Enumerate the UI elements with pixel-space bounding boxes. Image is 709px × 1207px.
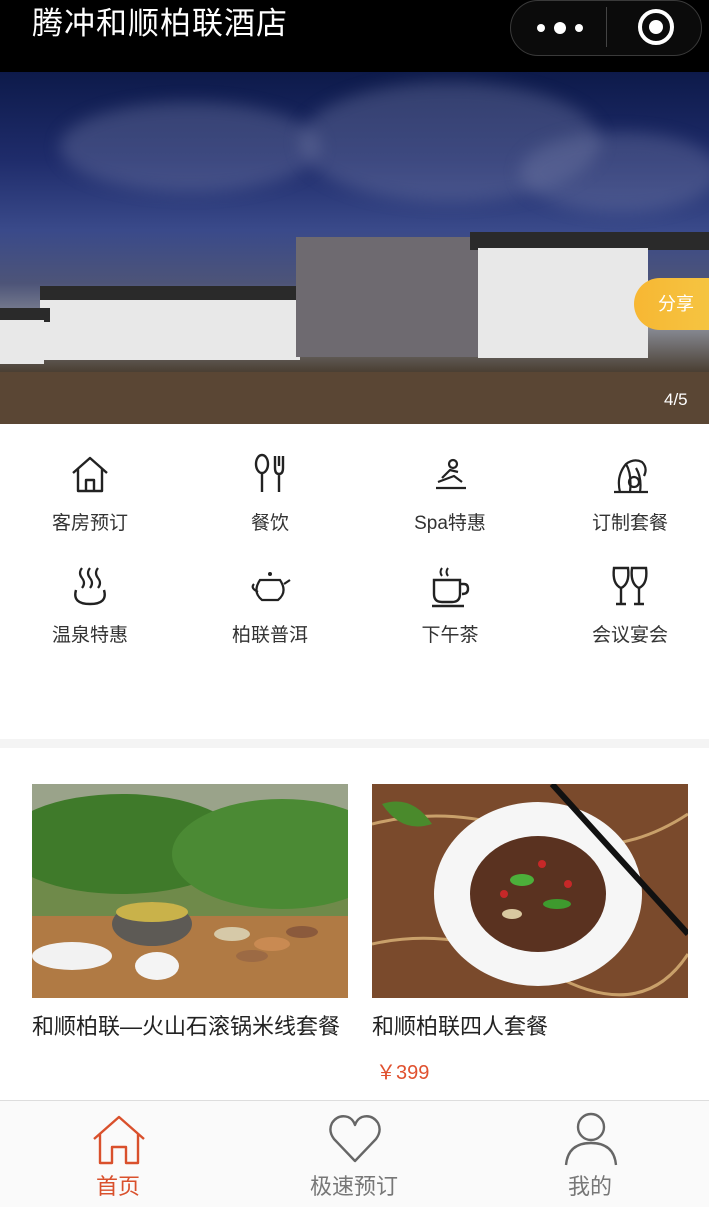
carousel-indicator: 4/5 [664, 390, 688, 409]
more-dot-icon [575, 24, 583, 32]
mini-program-capsule [510, 0, 702, 56]
top-bar: 腾冲和顺柏联酒店 [0, 0, 709, 72]
menu-item-afternoon-tea[interactable]: 下午茶 [360, 536, 540, 646]
share-button[interactable]: 分享 [634, 278, 709, 330]
menu-item-label: 餐饮 [250, 513, 289, 534]
product-price: ￥399 [376, 1062, 430, 1084]
banner-wall-right [478, 248, 648, 358]
banner-wall-far-left [0, 320, 44, 364]
bottom-tab-bar: 首页 极速预订 我的 [0, 1100, 709, 1207]
spoon-fork-icon [254, 453, 285, 492]
user-icon [564, 1112, 618, 1166]
banner-wall-left [40, 300, 300, 360]
menu-item-room-booking[interactable]: 客房预订 [0, 424, 180, 534]
tab-quick-booking[interactable]: 极速预订 [236, 1101, 472, 1207]
more-options-button[interactable] [537, 15, 583, 41]
tab-label: 首页 [95, 1174, 140, 1199]
teapot-icon [251, 572, 291, 602]
page-title: 腾冲和顺柏联酒店 [32, 6, 288, 41]
spa-massage-icon [436, 458, 466, 490]
menu-item-label: 会议宴会 [591, 625, 668, 646]
wine-glasses-icon [612, 566, 648, 606]
tab-mine[interactable]: 我的 [472, 1101, 708, 1207]
home-icon [93, 1115, 145, 1165]
menu-item-custom-package[interactable]: 订制套餐 [540, 424, 709, 534]
heart-icon [329, 1115, 381, 1163]
tab-label: 我的 [567, 1174, 612, 1199]
more-dot-icon [537, 24, 545, 32]
hot-spring-icon [74, 567, 106, 606]
banner-carousel[interactable]: 分享 4/5 [0, 72, 709, 424]
tab-label: 极速预订 [309, 1174, 398, 1199]
tab-home[interactable]: 首页 [0, 1101, 236, 1207]
coffee-cup-icon [432, 567, 470, 608]
service-menu: 客房预订 餐饮 Spa特惠 订制套餐 温泉特惠 柏联普洱 下午茶 会议宴会 [0, 424, 709, 739]
banner-gate [296, 237, 486, 357]
menu-item-hot-spring[interactable]: 温泉特惠 [0, 536, 180, 646]
product-image [32, 784, 348, 998]
menu-item-label: 订制套餐 [591, 513, 668, 534]
menu-item-dining[interactable]: 餐饮 [180, 424, 360, 534]
banner-cloud [520, 132, 709, 212]
palm-tree-icon [614, 459, 648, 494]
close-mini-program-button[interactable] [638, 9, 674, 45]
menu-item-puer-tea[interactable]: 柏联普洱 [180, 536, 360, 646]
product-image [372, 784, 688, 998]
menu-item-label: Spa特惠 [414, 513, 486, 534]
banner-cloud [60, 102, 320, 192]
product-name: 和顺柏联四人套餐 [372, 1014, 549, 1039]
product-name: 和顺柏联—火山石滚锅米线套餐 [32, 1014, 341, 1039]
capsule-divider [606, 7, 607, 47]
menu-item-label: 下午茶 [421, 625, 479, 646]
menu-item-label: 柏联普洱 [231, 625, 308, 646]
product-list: 和顺柏联—火山石滚锅米线套餐 和顺柏联四人套餐 ￥399 [0, 748, 709, 1100]
menu-item-meeting-banquet[interactable]: 会议宴会 [540, 536, 709, 646]
menu-item-spa[interactable]: Spa特惠 [360, 424, 540, 534]
banner-ground [0, 372, 709, 424]
house-icon [72, 456, 108, 493]
menu-item-label: 客房预订 [51, 513, 128, 534]
more-dot-icon [554, 22, 566, 34]
menu-item-label: 温泉特惠 [51, 625, 128, 646]
